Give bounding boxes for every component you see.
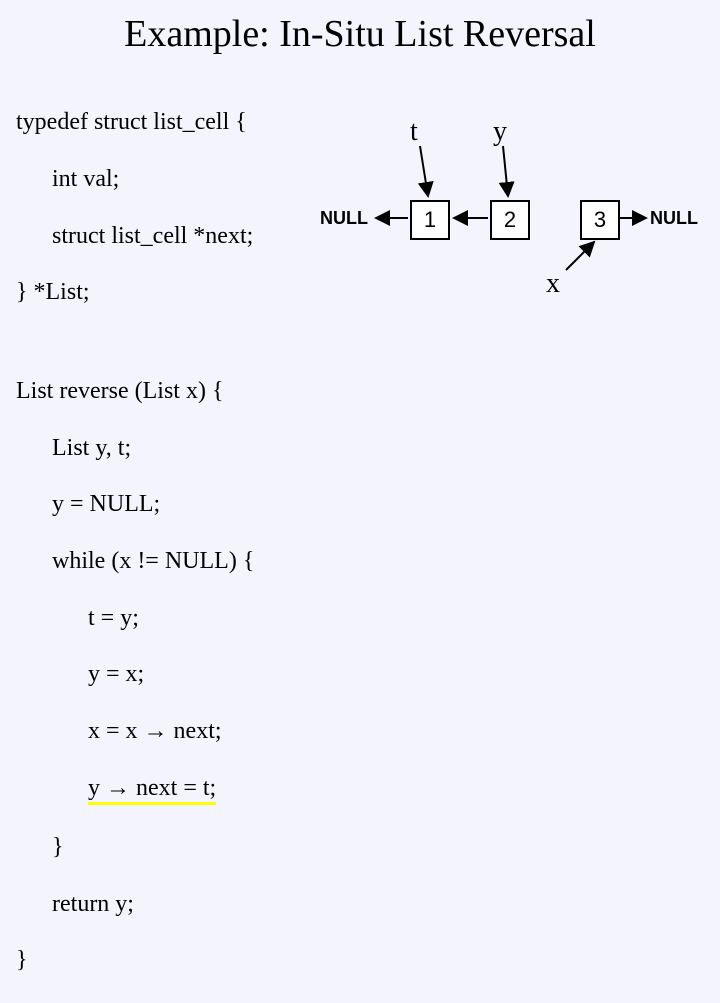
func-l5: t = y; <box>88 604 254 632</box>
func-l3: y = NULL; <box>52 490 254 518</box>
spacer <box>16 335 254 349</box>
func-l11: } <box>16 946 254 974</box>
typedef-l2: int val; <box>52 165 254 193</box>
func-l9: } <box>52 833 254 861</box>
func-l8: y → next = t; <box>88 774 254 805</box>
page-title: Example: In-Situ List Reversal <box>0 0 720 64</box>
func-l4: while (x != NULL) { <box>52 547 254 575</box>
func-l7: x = x → next; <box>88 717 254 745</box>
typedef-l4: } *List; <box>16 278 254 306</box>
typedef-l3: struct list_cell *next; <box>52 222 254 250</box>
diagram-arrows <box>320 100 720 320</box>
func-l1: List reverse (List x) { <box>16 377 254 405</box>
arrow-icon: → <box>144 718 168 744</box>
list-diagram: t y x NULL NULL 1 2 3 <box>320 100 720 320</box>
typedef-l1: typedef struct list_cell { <box>16 108 254 136</box>
func-l2: List y, t; <box>52 434 254 462</box>
func-l6: y = x; <box>88 660 254 688</box>
arrow-icon: → <box>106 775 130 801</box>
func-l10: return y; <box>52 890 254 918</box>
code-block: typedef struct list_cell { int val; stru… <box>16 80 254 1003</box>
